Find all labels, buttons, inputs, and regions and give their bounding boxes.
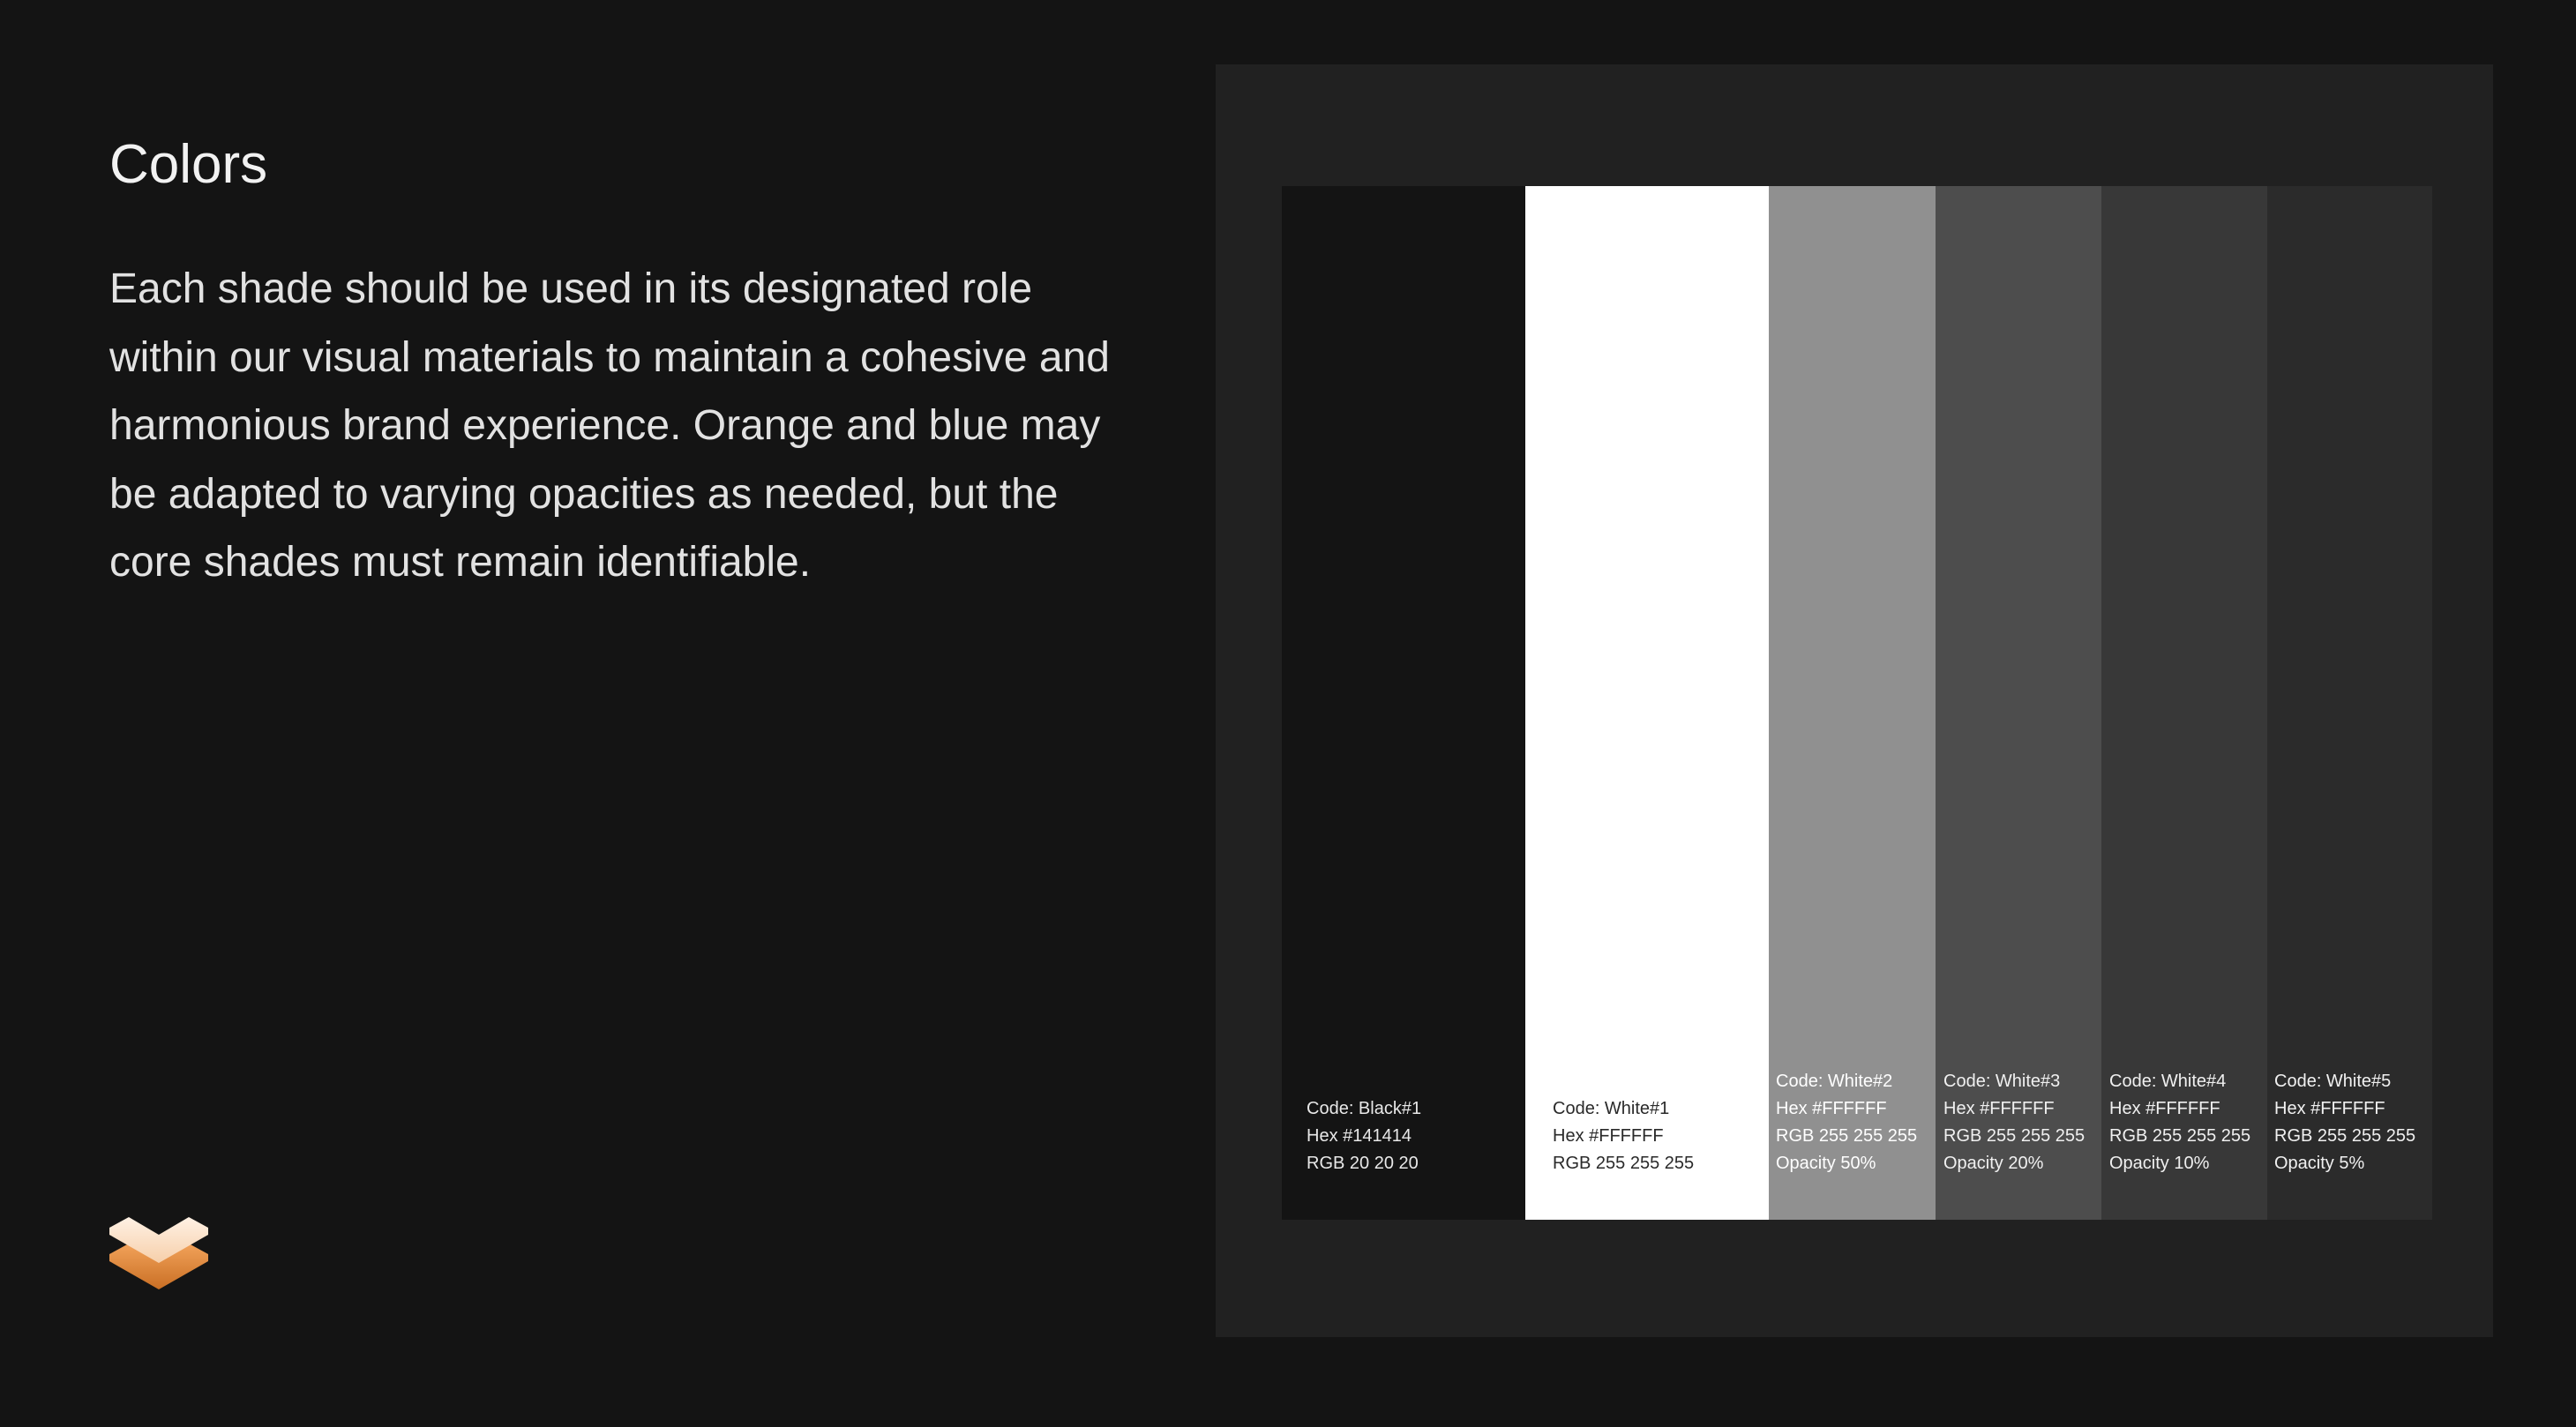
swatch-opacity: Opacity 10% bbox=[2109, 1154, 2210, 1173]
swatch-rgb: RGB 255 255 255 bbox=[2274, 1126, 2416, 1146]
swatch-code: Code: White#3 bbox=[1943, 1072, 2061, 1091]
swatch-hex: Hex #FFFFFF bbox=[1776, 1099, 1887, 1118]
swatch-info: Code: White#4 Hex #FFFFFF RGB 255 255 25… bbox=[2109, 1068, 2250, 1177]
body-paragraph: Each shade should be used in its designa… bbox=[109, 265, 1110, 586]
swatch-info: Code: White#2 Hex #FFFFFF RGB 255 255 25… bbox=[1776, 1068, 1917, 1177]
page-title: Colors bbox=[109, 134, 268, 195]
swatch-code: Code: White#2 bbox=[1776, 1072, 1893, 1091]
swatch-hex: Hex #141414 bbox=[1307, 1126, 1412, 1146]
swatch-rgb: RGB 20 20 20 bbox=[1307, 1154, 1419, 1173]
swatch-info: Code: White#1 Hex #FFFFFF RGB 255 255 25… bbox=[1553, 1095, 1694, 1177]
swatch-hex: Hex #FFFFFF bbox=[1943, 1099, 2055, 1118]
swatch-info: Code: White#3 Hex #FFFFFF RGB 255 255 25… bbox=[1943, 1068, 2085, 1177]
swatch-rgb: RGB 255 255 255 bbox=[1943, 1126, 2086, 1146]
swatch-white-2: Code: White#2 Hex #FFFFFF RGB 255 255 25… bbox=[1769, 186, 1936, 1220]
swatch-code: Code: Black#1 bbox=[1307, 1099, 1422, 1118]
color-swatch-panel: Code: Black#1 Hex #141414 RGB 20 20 20 C… bbox=[1216, 64, 2493, 1337]
swatch-white-1: Code: White#1 Hex #FFFFFF RGB 255 255 25… bbox=[1525, 186, 1769, 1220]
swatch-strip: Code: Black#1 Hex #141414 RGB 20 20 20 C… bbox=[1282, 186, 2432, 1220]
swatch-opacity: Opacity 50% bbox=[1776, 1154, 1876, 1173]
swatch-white-4: Code: White#4 Hex #FFFFFF RGB 255 255 25… bbox=[2101, 186, 2267, 1220]
swatch-code: Code: White#5 bbox=[2274, 1072, 2392, 1091]
swatch-hex: Hex #FFFFFF bbox=[1553, 1126, 1664, 1146]
swatch-opacity: Opacity 20% bbox=[1943, 1154, 2044, 1173]
swatch-white-3: Code: White#3 Hex #FFFFFF RGB 255 255 25… bbox=[1936, 186, 2101, 1220]
swatch-opacity: Opacity 5% bbox=[2274, 1154, 2365, 1173]
swatch-rgb: RGB 255 255 255 bbox=[2109, 1126, 2251, 1146]
swatch-info: Code: Black#1 Hex #141414 RGB 20 20 20 bbox=[1307, 1095, 1421, 1177]
swatch-rgb: RGB 255 255 255 bbox=[1776, 1126, 1918, 1146]
slide: Colors Each shade should be used in its … bbox=[0, 0, 2576, 1427]
swatch-rgb: RGB 255 255 255 bbox=[1553, 1154, 1695, 1173]
swatch-code: Code: White#1 bbox=[1553, 1099, 1670, 1118]
swatch-black-1: Code: Black#1 Hex #141414 RGB 20 20 20 bbox=[1282, 186, 1525, 1220]
swatch-code: Code: White#4 bbox=[2109, 1072, 2227, 1091]
swatch-hex: Hex #FFFFFF bbox=[2109, 1099, 2220, 1118]
layered-chevron-logo-icon bbox=[109, 1217, 208, 1289]
swatch-info: Code: White#5 Hex #FFFFFF RGB 255 255 25… bbox=[2274, 1068, 2415, 1177]
swatch-white-5: Code: White#5 Hex #FFFFFF RGB 255 255 25… bbox=[2267, 186, 2432, 1220]
swatch-hex: Hex #FFFFFF bbox=[2274, 1099, 2385, 1118]
